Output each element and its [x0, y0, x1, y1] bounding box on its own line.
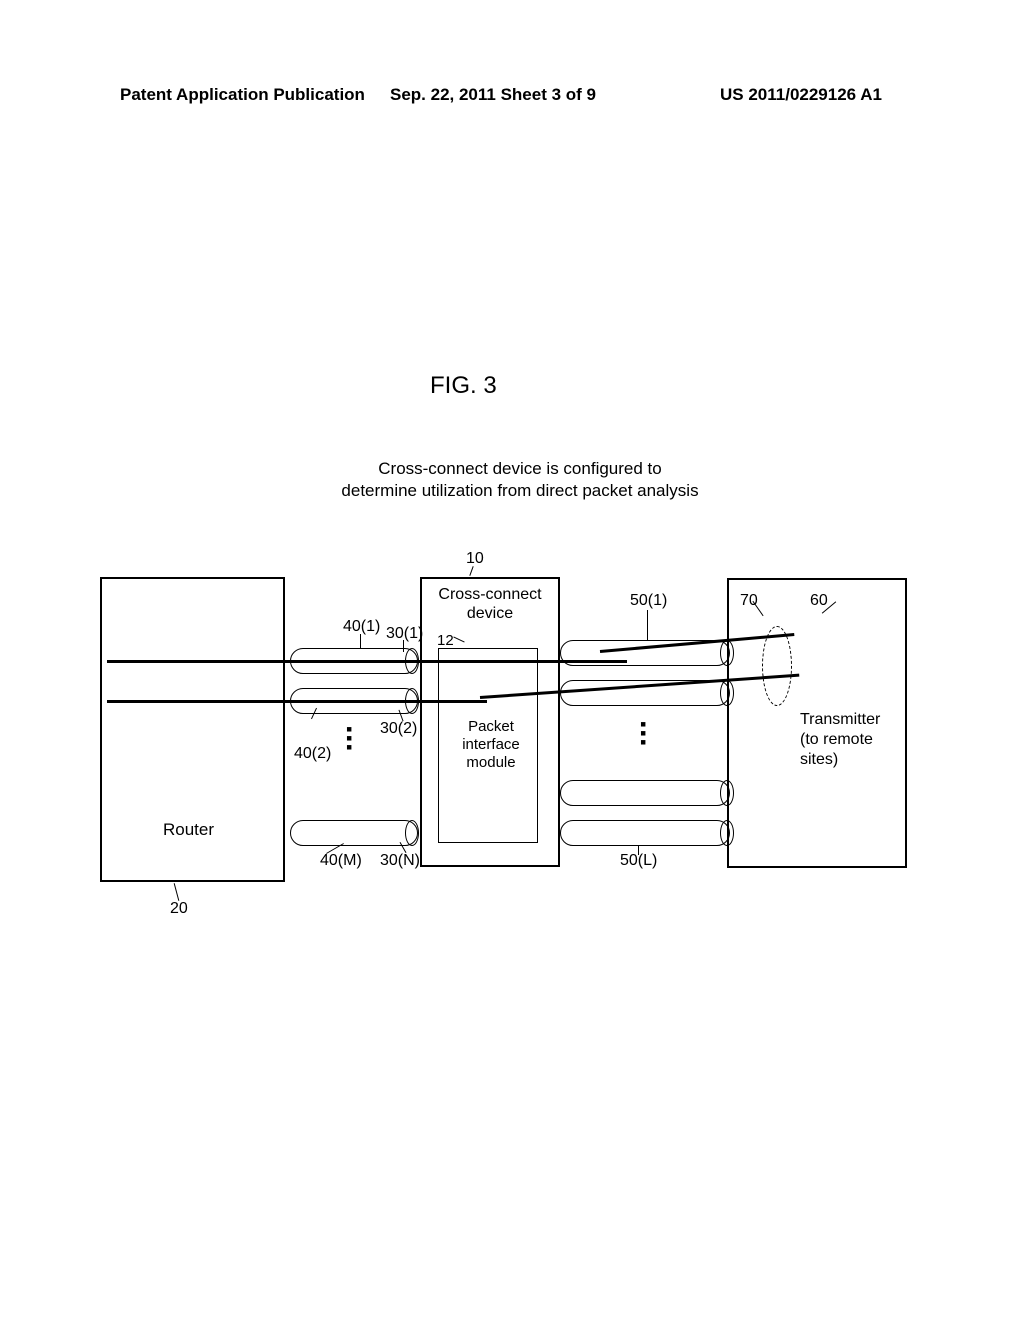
pipe-end: [720, 640, 734, 666]
ref-label-40-m: 40(M): [320, 852, 362, 870]
header-patent-number: US 2011/0229126 A1: [720, 85, 882, 105]
ref-label-12: 12: [437, 632, 454, 649]
figure-title: FIG. 3: [430, 372, 497, 400]
ref-label-40-1: 40(1): [343, 618, 380, 636]
header-publication: Patent Application Publication: [120, 85, 365, 105]
ref-label-30-1: 30(1): [386, 625, 423, 643]
leader-line: [647, 610, 648, 640]
pipe-right-n: [560, 820, 730, 846]
ref-label-40-2: 40(2): [294, 745, 331, 763]
ref-label-60: 60: [810, 592, 828, 610]
ref-label-20: 20: [170, 900, 188, 918]
leader-line: [638, 845, 639, 855]
signal-line-2: [107, 700, 487, 703]
pipe-end: [405, 820, 419, 846]
ref-label-10: 10: [466, 550, 484, 568]
ellipsis-dots-right: ▪▪▪: [640, 720, 646, 747]
ref-label-50-1: 50(1): [630, 592, 667, 610]
ref-label-30-n: 30(N): [380, 852, 420, 870]
diagram-container: 10 Router Cross-connect device 12 Packet…: [100, 550, 910, 910]
pipe-end: [720, 820, 734, 846]
leader-line: [360, 634, 361, 648]
cross-connect-label: Cross-connect device: [430, 585, 550, 623]
signal-line-1: [107, 660, 627, 663]
pipe-end: [720, 780, 734, 806]
transmitter-label: Transmitter (to remote sites): [800, 710, 900, 770]
leader-line: [403, 640, 404, 652]
header-date-sheet: Sep. 22, 2011 Sheet 3 of 9: [390, 85, 596, 105]
figure-description: Cross-connect device is configured to de…: [340, 458, 700, 502]
packet-module-label: Packet interface module: [446, 718, 536, 772]
pipe-end: [720, 680, 734, 706]
leader-line: [174, 883, 180, 901]
ref-label-70: 70: [740, 592, 758, 610]
ref-label-30-2: 30(2): [380, 720, 417, 738]
pipe-right-mid: [560, 780, 730, 806]
router-label: Router: [163, 820, 214, 840]
ellipsis-dots-left: ▪▪▪: [346, 725, 352, 752]
